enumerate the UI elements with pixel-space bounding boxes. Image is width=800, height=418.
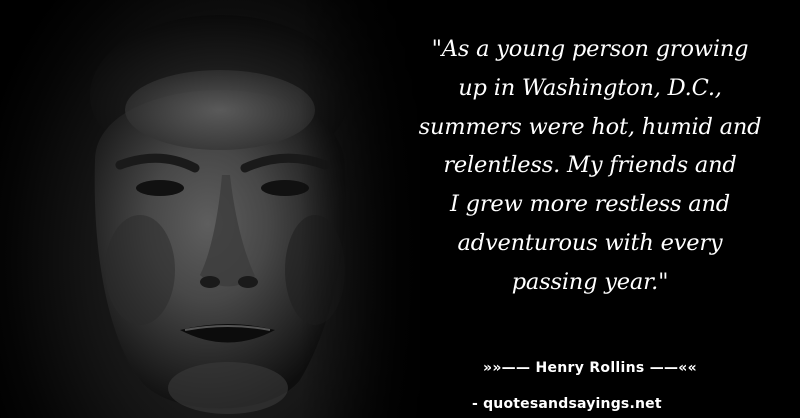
quote-author: »»—— Henry Rollins ——«« — [482, 360, 697, 376]
source-website: - quotesandsayings.net — [472, 396, 662, 412]
quote-line: up in Washington, D.C., — [458, 74, 722, 101]
quote-line: relentless. My friends and — [443, 152, 737, 179]
quote-card: "As a young person growing up in Washing… — [0, 0, 800, 418]
author-portrait — [0, 0, 420, 418]
quote-line: I grew more restless and — [450, 191, 730, 218]
quote-line: adventurous with every — [457, 229, 723, 256]
quote-text: "As a young person growing up in Washing… — [400, 30, 780, 302]
quote-line: passing year." — [511, 268, 669, 295]
quote-line: "As a young person growing — [431, 36, 749, 62]
quote-line: summers were hot, humid and — [418, 113, 762, 140]
